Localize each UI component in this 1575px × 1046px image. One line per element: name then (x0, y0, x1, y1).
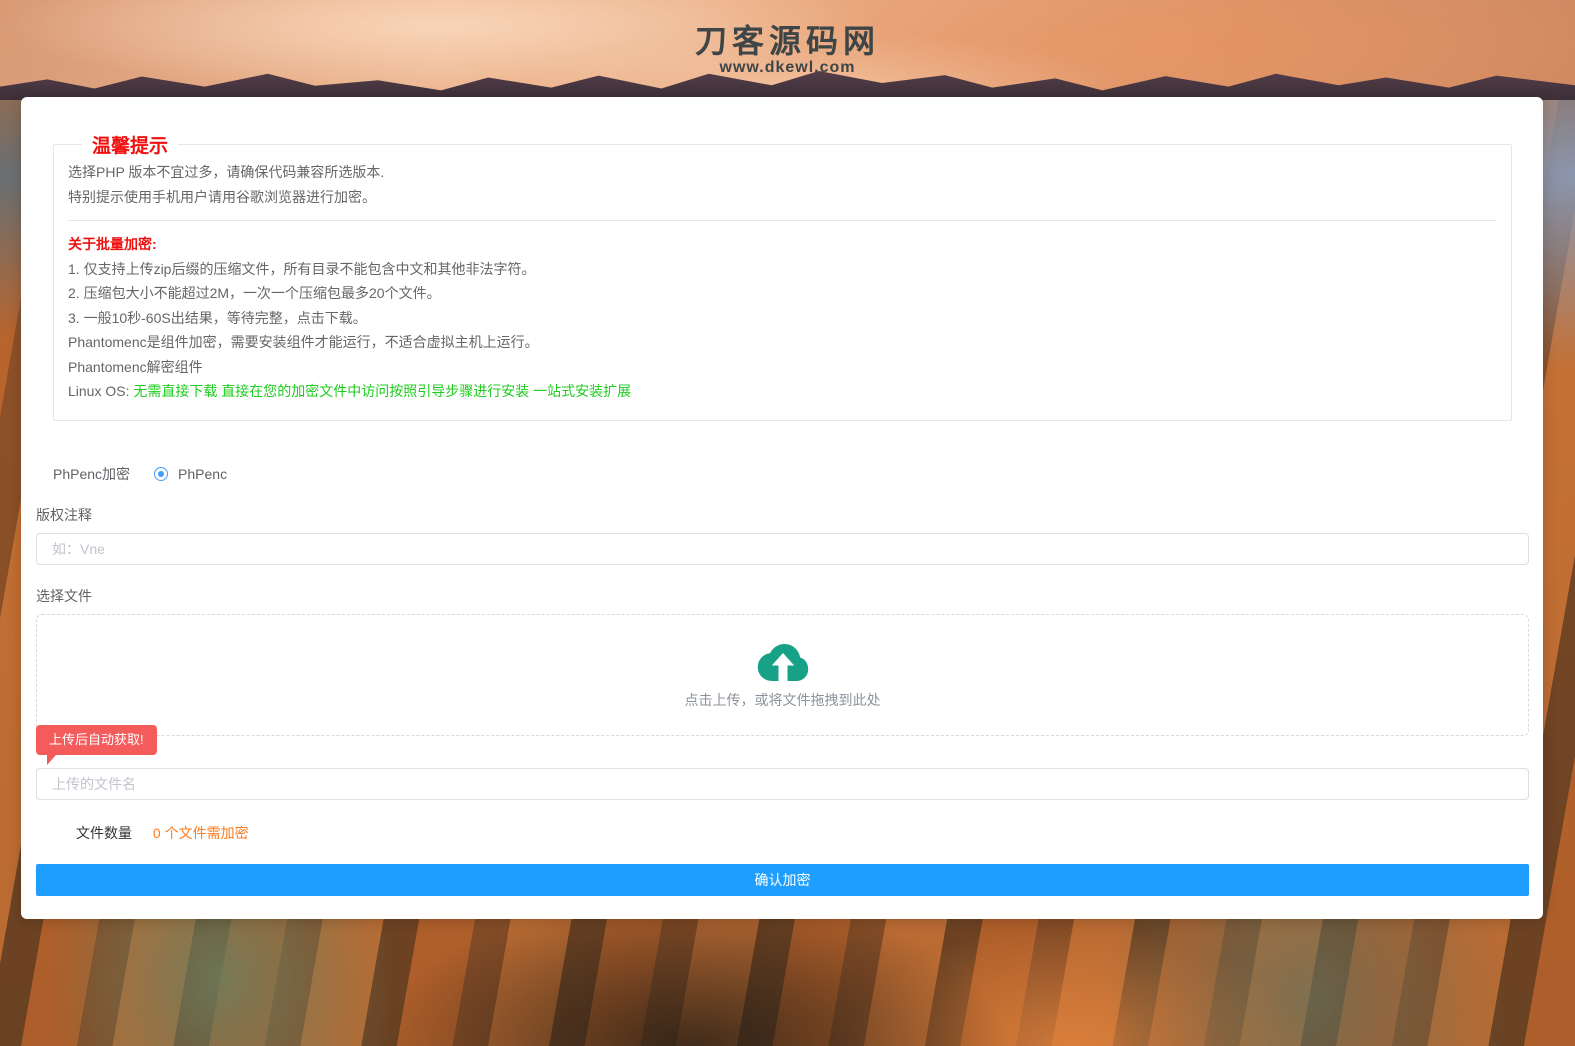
upload-dropzone[interactable]: 点击上传，或将文件拖拽到此处 (36, 614, 1529, 736)
batch-encrypt-title: 关于批量加密: (68, 232, 1497, 257)
encrypt-type-row: PhPenc加密 PhPenc (53, 464, 1529, 484)
batch-rule-line: 2. 压缩包大小不能超过2M，一次一个压缩包最多20个文件。 (68, 281, 1497, 306)
upload-section: 点击上传，或将文件拖拽到此处 上传后自动获取! (36, 614, 1529, 800)
phpenc-radio-label[interactable]: PhPenc (178, 466, 227, 482)
site-logo-title: 刀客源码网 (0, 24, 1575, 58)
main-card: 温馨提示 选择PHP 版本不宜过多，请确保代码兼容所选版本. 特别提示使用手机用… (21, 97, 1543, 919)
file-count-value: 0 个文件需加密 (153, 825, 249, 841)
site-logo: 刀客源码网 www.dkewl.com (0, 24, 1575, 78)
upload-hint-text: 点击上传，或将文件拖拽到此处 (685, 690, 881, 710)
confirm-encrypt-button[interactable]: 确认加密 (36, 864, 1529, 896)
encrypt-type-label: PhPenc加密 (53, 464, 130, 484)
notice-line: 选择PHP 版本不宜过多，请确保代码兼容所选版本. (68, 160, 1497, 185)
site-logo-subtitle: www.dkewl.com (0, 58, 1575, 78)
radio-checked-dot (158, 471, 164, 477)
cloud-upload-icon (755, 640, 811, 684)
batch-rule-line: Phantomenc解密组件 (68, 355, 1497, 380)
notice-divider (68, 220, 1497, 221)
copyright-input[interactable] (36, 533, 1529, 565)
linux-os-line: Linux OS: 无需直接下载 直接在您的加密文件中访问按照引导步骤进行安装 … (68, 379, 1497, 404)
notice-panel: 温馨提示 选择PHP 版本不宜过多，请确保代码兼容所选版本. 特别提示使用手机用… (53, 131, 1512, 421)
notice-title: 温馨提示 (82, 131, 178, 158)
notice-line: 特别提示使用手机用户请用谷歌浏览器进行加密。 (68, 185, 1497, 210)
file-count-label: 文件数量 (76, 825, 132, 841)
file-count-row: 文件数量 0 个文件需加密 (36, 823, 1529, 843)
file-select-group: 选择文件 点击上传，或将文件拖拽到此处 上传后自动获取! (36, 586, 1529, 800)
auto-fetch-tooltip-text: 上传后自动获取! (49, 732, 144, 747)
batch-rule-line: 1. 仅支持上传zip后缀的压缩文件，所有目录不能包含中文和其他非法字符。 (68, 257, 1497, 282)
tooltip-arrow (47, 755, 56, 765)
uploaded-filename-input[interactable] (36, 768, 1529, 800)
file-select-label: 选择文件 (36, 586, 1529, 606)
copyright-label: 版权注释 (36, 505, 1529, 525)
batch-rule-line: 3. 一般10秒-60S出结果，等待完整，点击下载。 (68, 306, 1497, 331)
batch-rule-line: Phantomenc是组件加密，需要安装组件才能运行，不适合虚拟主机上运行。 (68, 330, 1497, 355)
copyright-group: 版权注释 (36, 505, 1529, 565)
install-guide-link[interactable]: 无需直接下载 直接在您的加密文件中访问按照引导步骤进行安装 一站式安装扩展 (133, 383, 631, 399)
auto-fetch-tooltip: 上传后自动获取! (36, 725, 157, 755)
phpenc-radio[interactable] (154, 467, 168, 481)
linux-os-prefix: Linux OS: (68, 383, 133, 399)
